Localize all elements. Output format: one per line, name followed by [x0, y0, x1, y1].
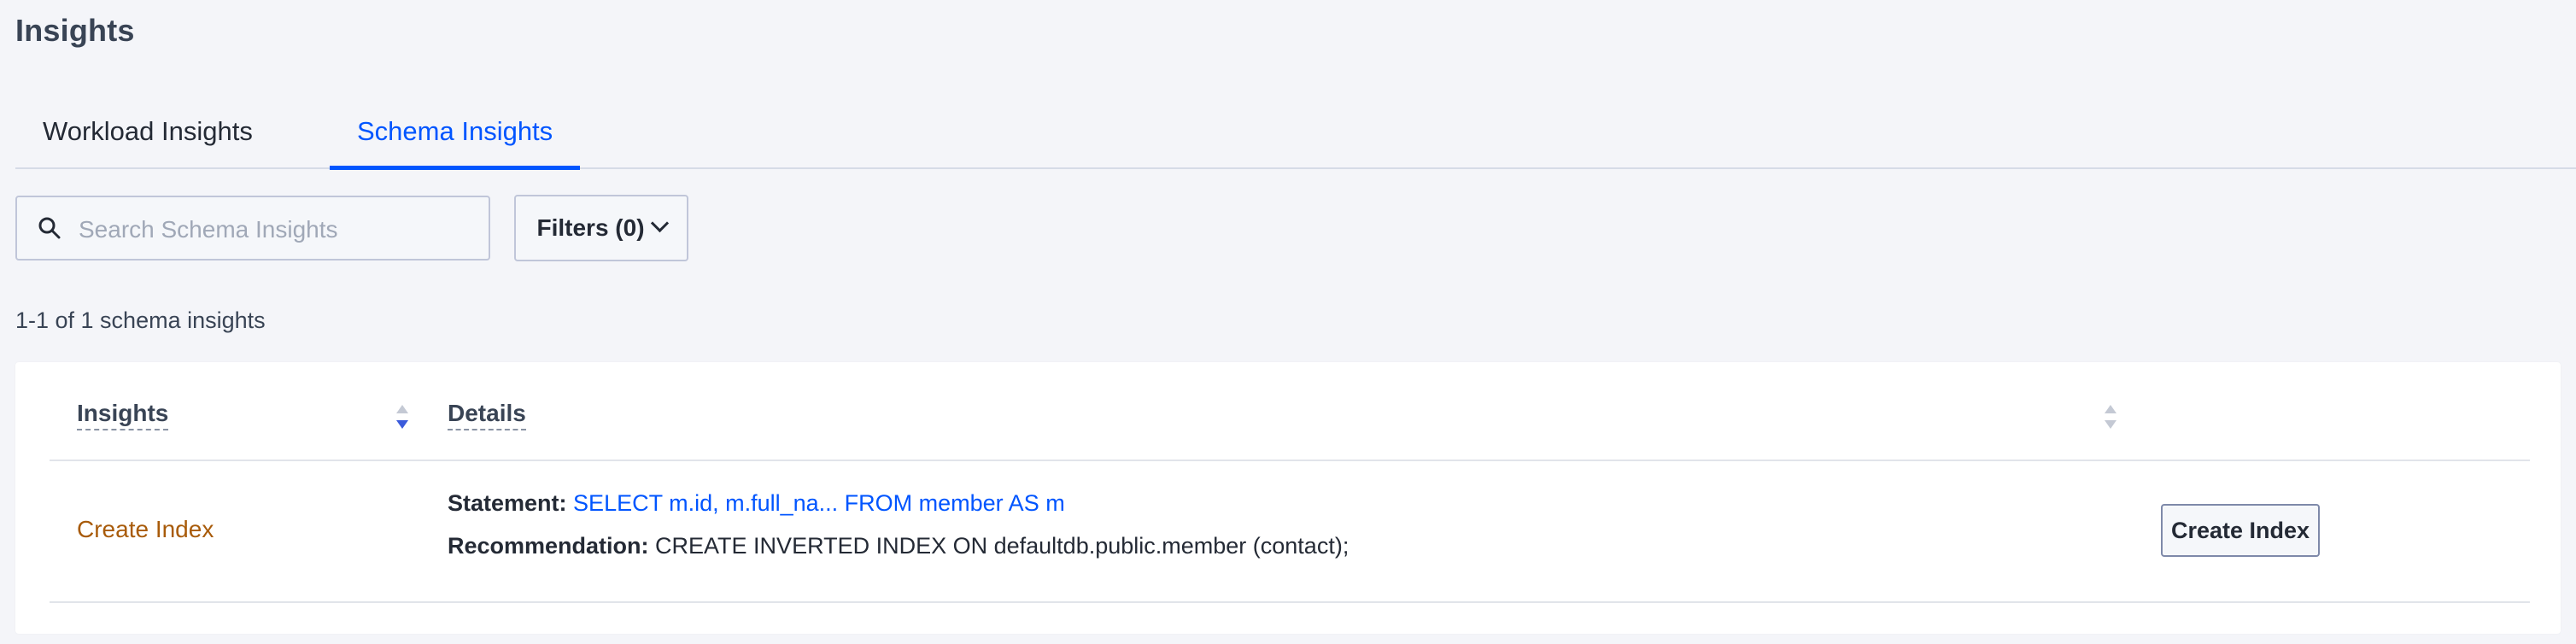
recommendation-label: Recommendation:: [448, 533, 649, 559]
sort-icon[interactable]: [2103, 403, 2118, 432]
create-index-button[interactable]: Create Index: [2161, 504, 2320, 557]
filters-button[interactable]: Filters (0): [514, 195, 688, 261]
sort-icon[interactable]: [395, 403, 410, 432]
column-header-insights[interactable]: Insights: [77, 400, 169, 430]
statement-label: Statement:: [448, 490, 567, 516]
statement-link[interactable]: SELECT m.id, m.full_na... FROM member AS…: [573, 490, 1065, 516]
search-icon: [38, 217, 61, 239]
column-header-details[interactable]: Details: [448, 400, 526, 430]
search-box[interactable]: [15, 196, 490, 261]
chevron-down-icon: [650, 214, 669, 233]
schema-insights-table: Insights Details Create Index Statement:…: [15, 362, 2561, 634]
insight-type-link[interactable]: Create Index: [77, 516, 214, 543]
schema-insights-page: Insights Workload Insights Schema Insigh…: [0, 0, 2576, 644]
insights-tabs: Workload Insights Schema Insights: [15, 99, 2576, 170]
search-input[interactable]: [77, 208, 473, 252]
tab-schema-insights[interactable]: Schema Insights: [330, 108, 581, 170]
table-row: Create Index Statement: SELECT m.id, m.f…: [50, 461, 2530, 603]
statement-detail: Statement: SELECT m.id, m.full_na... FRO…: [448, 490, 1065, 517]
tab-workload-insights[interactable]: Workload Insights: [43, 108, 253, 166]
recommendation-text: CREATE INVERTED INDEX ON defaultdb.publi…: [655, 533, 1349, 559]
recommendation-detail: Recommendation: CREATE INVERTED INDEX ON…: [448, 533, 1349, 559]
filters-label: Filters (0): [536, 214, 645, 241]
table-header-row: Insights Details: [50, 362, 2530, 461]
page-title: Insights: [15, 13, 135, 48]
result-count: 1-1 of 1 schema insights: [15, 307, 266, 333]
